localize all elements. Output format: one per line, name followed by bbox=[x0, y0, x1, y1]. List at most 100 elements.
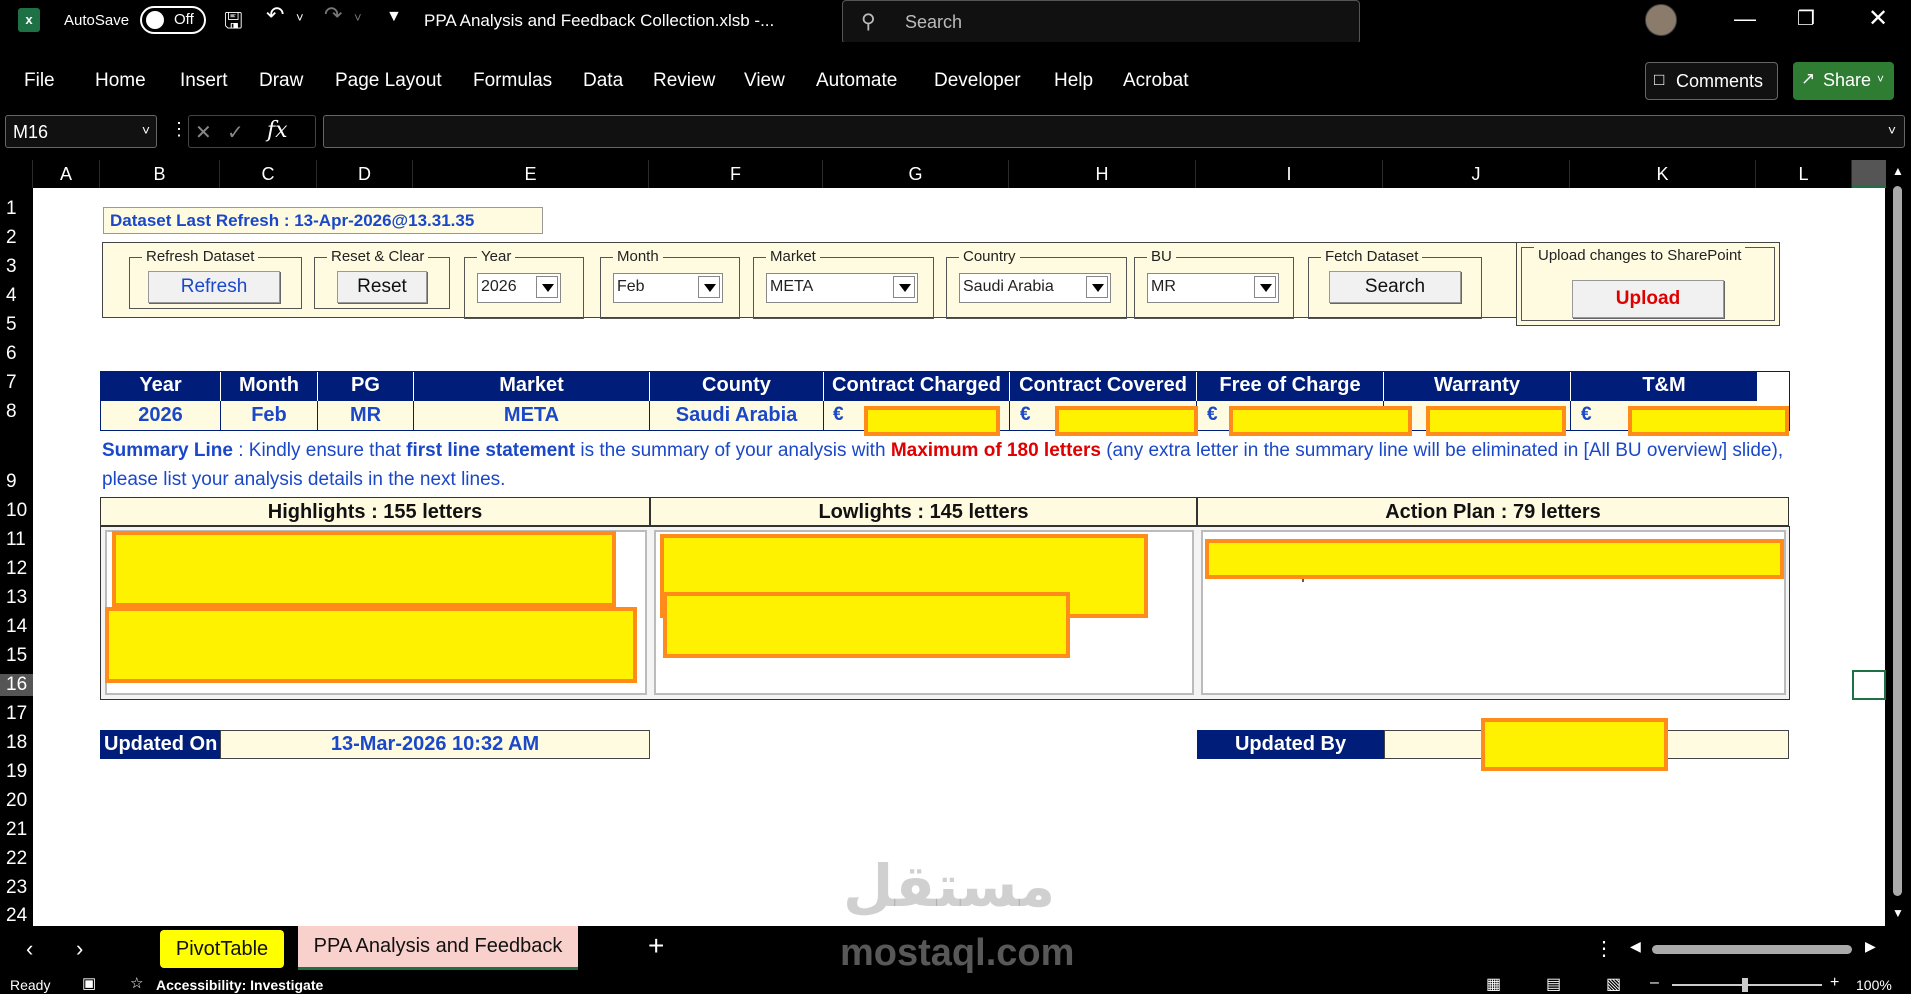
name-box[interactable]: M16 ˅ bbox=[5, 115, 157, 148]
zoom-in-icon[interactable]: + bbox=[1830, 974, 1839, 992]
row-header[interactable]: 22 bbox=[0, 848, 33, 870]
row-header-selected[interactable]: 16 bbox=[0, 674, 33, 696]
add-sheet-icon[interactable]: + bbox=[648, 930, 664, 962]
tab-draw[interactable]: Draw bbox=[259, 70, 303, 92]
tab-view[interactable]: View bbox=[744, 70, 785, 92]
tab-formulas[interactable]: Formulas bbox=[473, 70, 552, 92]
column-header-j[interactable]: J bbox=[1383, 160, 1570, 188]
row-header[interactable]: 14 bbox=[0, 616, 33, 638]
tab-insert[interactable]: Insert bbox=[180, 70, 228, 92]
row-header[interactable]: 1 bbox=[0, 198, 33, 220]
share-button[interactable]: ↗ Share ˅ bbox=[1793, 62, 1894, 100]
zoom-out-icon[interactable]: – bbox=[1650, 974, 1659, 992]
sheet-tab-pivottable[interactable]: PivotTable bbox=[160, 930, 284, 968]
formula-input[interactable]: ˅ bbox=[323, 115, 1905, 148]
column-header-e[interactable]: E bbox=[413, 160, 649, 188]
accessibility-status[interactable]: Accessibility: Investigate bbox=[156, 977, 323, 993]
restore-icon[interactable]: ❐ bbox=[1797, 6, 1815, 31]
scroll-down-icon[interactable]: ▼ bbox=[1892, 906, 1904, 920]
save-icon[interactable]: 🖫 bbox=[224, 4, 243, 42]
more-options-icon[interactable]: ⋮ bbox=[170, 119, 188, 140]
row-header[interactable]: 19 bbox=[0, 761, 33, 783]
row-header[interactable]: 17 bbox=[0, 703, 33, 725]
comments-button[interactable]: □ Comments bbox=[1645, 62, 1778, 100]
cell-month[interactable]: Feb bbox=[221, 401, 318, 430]
tab-automate[interactable]: Automate bbox=[816, 70, 897, 92]
row-header[interactable]: 7 bbox=[0, 372, 33, 394]
normal-view-icon[interactable]: ▦ bbox=[1486, 974, 1501, 994]
user-avatar[interactable] bbox=[1645, 4, 1677, 36]
select-all[interactable] bbox=[0, 160, 33, 188]
upload-button[interactable]: Upload bbox=[1572, 280, 1724, 318]
page-break-view-icon[interactable]: ▧ bbox=[1606, 974, 1621, 994]
enter-icon[interactable]: ✓ bbox=[227, 120, 244, 145]
tab-data[interactable]: Data bbox=[583, 70, 623, 92]
column-header-d[interactable]: D bbox=[317, 160, 413, 188]
scroll-right-icon[interactable]: ▶ bbox=[1865, 938, 1876, 955]
row-header[interactable]: 3 bbox=[0, 256, 33, 278]
row-header[interactable]: 6 bbox=[0, 343, 33, 365]
cancel-icon[interactable]: ✕ bbox=[195, 120, 212, 145]
page-layout-view-icon[interactable]: ▤ bbox=[1546, 974, 1561, 994]
row-header[interactable]: 5 bbox=[0, 314, 33, 336]
column-header-c[interactable]: C bbox=[220, 160, 317, 188]
scroll-up-icon[interactable]: ▲ bbox=[1892, 164, 1904, 178]
bu-dropdown[interactable]: MR bbox=[1147, 273, 1279, 303]
next-sheet-icon[interactable]: › bbox=[76, 936, 83, 962]
row-header[interactable]: 11 bbox=[0, 529, 33, 551]
refresh-button[interactable]: Refresh bbox=[148, 271, 280, 303]
column-header-m-selected[interactable] bbox=[1852, 160, 1886, 188]
column-header-f[interactable]: F bbox=[649, 160, 823, 188]
cell-pg[interactable]: MR bbox=[318, 401, 414, 430]
redo-dropdown-icon[interactable]: ˅ bbox=[354, 10, 362, 25]
scroll-left-icon[interactable]: ◀ bbox=[1630, 938, 1641, 955]
zoom-level[interactable]: 100% bbox=[1856, 977, 1892, 993]
undo-icon[interactable]: ↶ bbox=[266, 2, 284, 28]
year-dropdown[interactable]: 2026 bbox=[477, 273, 561, 303]
column-header-g[interactable]: G bbox=[823, 160, 1009, 188]
country-dropdown-arrow-icon[interactable] bbox=[1086, 276, 1108, 298]
cell-county[interactable]: Saudi Arabia bbox=[650, 401, 824, 430]
sheet-tab-ppa-analysis[interactable]: PPA Analysis and Feedback bbox=[298, 926, 578, 970]
tab-file[interactable]: File bbox=[24, 70, 55, 92]
column-header-k[interactable]: K bbox=[1570, 160, 1756, 188]
column-header-l[interactable]: L bbox=[1756, 160, 1852, 188]
search-box[interactable]: ⚲ Search bbox=[842, 0, 1360, 44]
row-header[interactable]: 23 bbox=[0, 877, 33, 899]
row-header[interactable]: 9 bbox=[0, 471, 33, 493]
horizontal-scrollbar[interactable]: ◀ ▶ bbox=[1630, 938, 1880, 960]
insert-function-icon[interactable]: fx bbox=[267, 118, 288, 143]
minimize-icon[interactable]: — bbox=[1734, 6, 1756, 32]
search-button[interactable]: Search bbox=[1329, 271, 1461, 303]
zoom-slider-thumb[interactable] bbox=[1742, 978, 1748, 992]
row-header[interactable]: 12 bbox=[0, 558, 33, 580]
row-header[interactable]: 4 bbox=[0, 285, 33, 307]
close-icon[interactable]: ✕ bbox=[1868, 4, 1888, 33]
year-dropdown-arrow-icon[interactable] bbox=[536, 276, 558, 298]
column-header-a[interactable]: A bbox=[33, 160, 100, 188]
row-header[interactable]: 13 bbox=[0, 587, 33, 609]
reset-button[interactable]: Reset bbox=[337, 271, 427, 303]
scroll-thumb[interactable] bbox=[1893, 186, 1902, 896]
country-dropdown[interactable]: Saudi Arabia bbox=[959, 273, 1111, 303]
tab-page-layout[interactable]: Page Layout bbox=[335, 70, 442, 92]
cell-market[interactable]: META bbox=[414, 401, 650, 430]
undo-dropdown-icon[interactable]: ˅ bbox=[296, 10, 304, 25]
autosave-toggle[interactable]: Off bbox=[140, 6, 206, 34]
tab-help[interactable]: Help bbox=[1054, 70, 1093, 92]
market-dropdown[interactable]: META bbox=[766, 273, 918, 303]
tab-review[interactable]: Review bbox=[653, 70, 715, 92]
zoom-slider[interactable] bbox=[1672, 978, 1822, 992]
row-header[interactable]: 18 bbox=[0, 732, 33, 754]
expand-formula-icon[interactable]: ˅ bbox=[1888, 122, 1896, 138]
market-dropdown-arrow-icon[interactable] bbox=[893, 276, 915, 298]
row-header[interactable]: 8 bbox=[0, 401, 33, 423]
cell-year[interactable]: 2026 bbox=[101, 401, 221, 430]
row-header[interactable]: 10 bbox=[0, 500, 33, 522]
row-header[interactable]: 15 bbox=[0, 645, 33, 667]
accessibility-icon[interactable]: ☆ bbox=[130, 974, 143, 992]
macro-record-icon[interactable]: ▣ bbox=[82, 974, 96, 992]
row-header[interactable]: 21 bbox=[0, 819, 33, 841]
column-header-b[interactable]: B bbox=[100, 160, 220, 188]
more-sheets-icon[interactable]: ⋮ bbox=[1594, 936, 1614, 961]
